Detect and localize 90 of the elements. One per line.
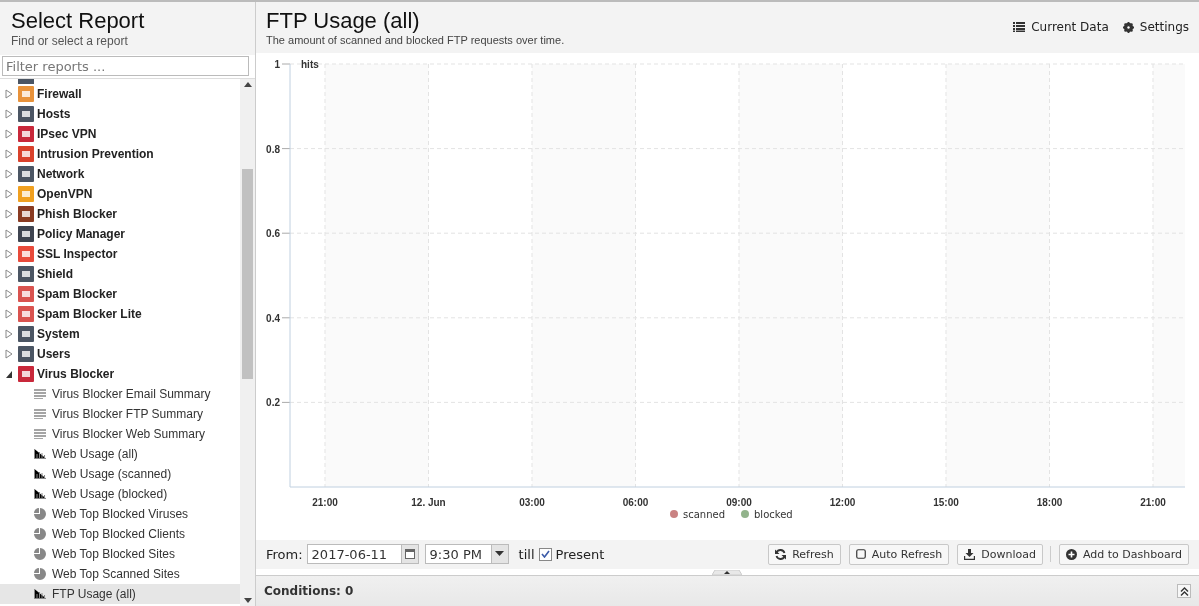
category-label[interactable]: System [37,327,80,341]
report-item[interactable]: Web Top Scanned Sites [0,564,240,584]
category-label[interactable]: Spam Blocker Lite [37,307,142,321]
pie-chart-icon [34,548,46,560]
x-tick-label: 06:00 [622,496,649,508]
category-label[interactable]: Virus Blocker [37,367,115,381]
list-icon [1013,22,1026,32]
toolbar-button[interactable]: Add to Dashboard [1059,543,1189,565]
report-item[interactable]: Virus Blocker Email Summary [0,384,240,404]
sidebar-subtitle: Find or select a report [11,34,129,48]
toolbar-button[interactable]: Download [957,543,1043,565]
category-label[interactable]: Firewall [37,87,82,101]
report-title: FTP Usage (all) [266,8,421,34]
x-tick-label: 21:00 [312,496,338,508]
report-item[interactable]: Web Top Blocked Clients [0,524,240,544]
present-label: Present [555,546,605,562]
settings-button[interactable]: Settings [1122,20,1189,34]
y-tick-label: 0.2 [266,396,280,408]
report-item[interactable]: Web Usage (blocked) [0,484,240,504]
bar-chart-icon [34,589,46,599]
double-chevron-up-icon [1179,586,1189,596]
pie-chart-icon [34,508,46,520]
till-label: till [518,546,535,562]
x-tick-label: 03:00 [519,496,545,508]
category-label[interactable]: Spam Blocker [37,287,118,301]
x-tick-label: 15:00 [933,496,959,508]
download-icon [964,548,976,560]
x-tick-label: 12. Jun [411,496,446,508]
refresh-icon [775,548,787,560]
time-field[interactable]: 9:30 PM [424,544,509,565]
category-label[interactable]: OpenVPN [37,187,93,201]
category-label[interactable]: Intrusion Prevention [37,147,154,161]
from-label: From: [266,546,303,562]
report-description: The amount of scanned and blocked FTP requests over time. [266,34,565,46]
bar-chart-icon [34,489,46,499]
legend-dot[interactable] [670,509,678,518]
y-tick-label: 0.4 [266,312,280,324]
sidebar-title: Select Report [11,8,146,34]
category-label[interactable]: Shield [37,267,73,281]
category-label[interactable]: Hosts [37,107,71,121]
bar-chart-icon [34,469,46,479]
calendar-icon [404,549,415,560]
text-lines-icon [34,409,46,419]
text-lines-icon [34,389,46,399]
x-tick-label: 21:00 [1140,496,1166,508]
scrollbar[interactable] [240,79,255,606]
report-item[interactable]: Web Top Blocked Viruses [0,504,240,524]
settings-icon [1122,21,1134,33]
expand-button[interactable] [1177,584,1191,599]
category-label[interactable]: SSL Inspector [37,247,118,261]
legend-label[interactable]: scanned [683,508,725,520]
scroll-up-arrow-icon [243,82,252,87]
legend-dot[interactable] [741,509,749,518]
category-label[interactable]: Network [37,167,85,181]
pie-chart-icon [34,568,46,580]
x-tick-label: 09:00 [726,496,752,508]
scrollbar-thumb[interactable] [242,169,253,379]
report-item[interactable]: FTP Usage (all) [0,584,240,604]
report-item[interactable]: Web Top Blocked Sites [0,544,240,564]
y-axis-title: hits [301,58,319,70]
toolbar-button[interactable]: Auto Refresh [848,543,950,565]
category-label[interactable]: Phish Blocker [37,207,118,221]
current-data-button[interactable]: Current Data [1013,20,1109,34]
report-item[interactable]: Web Usage (scanned) [0,464,240,484]
toolbar-button[interactable]: Refresh [768,543,841,565]
add-circle-icon [1066,548,1077,560]
pie-chart-icon [34,528,46,540]
report-item[interactable]: Virus Blocker Web Summary [0,424,240,444]
bar-chart-icon [34,449,46,459]
x-tick-label: 18:00 [1036,496,1063,508]
dropdown-caret-icon [495,551,505,558]
category-label[interactable]: Users [37,347,71,361]
app-icon [18,79,34,84]
conditions-label: Conditions: 0 [264,584,354,599]
category-label[interactable]: Policy Manager [37,227,126,241]
filter-field[interactable]: Filter reports ... [2,56,249,76]
y-tick-label: 0.8 [266,143,280,155]
y-tick-label: 1 [274,58,280,70]
category-label[interactable]: IPsec VPN [37,127,97,141]
report-item[interactable]: Virus Blocker FTP Summary [0,404,240,424]
text-lines-icon [34,429,46,439]
x-tick-label: 12:00 [829,496,856,508]
report-item[interactable]: Web Usage (all) [0,444,240,464]
scroll-down-arrow-icon [243,598,252,603]
checkbox-icon [855,549,866,560]
present-checkbox[interactable] [538,547,552,561]
date-field[interactable]: 2017-06-11 [306,544,419,565]
legend-label[interactable]: blocked [754,508,793,520]
y-tick-label: 0.6 [266,227,280,239]
checkmark-icon [540,550,550,559]
